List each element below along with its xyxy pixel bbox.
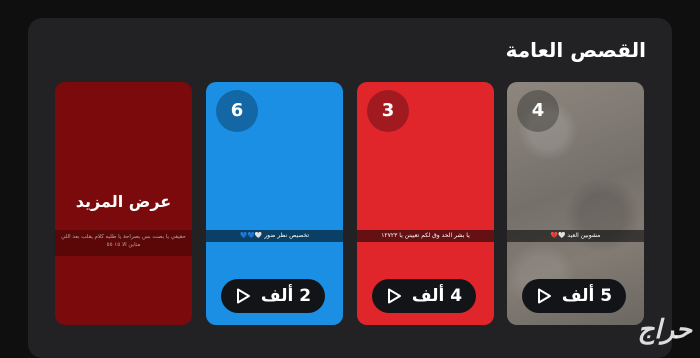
views-pill[interactable]: 5 ألف xyxy=(522,279,626,313)
story-count-badge: 6 xyxy=(216,90,258,132)
story-card[interactable]: 6 تخصيص نظر ضور 🤍💙💙 2 ألف xyxy=(206,82,343,325)
show-more-caption: حقيقي يا بصت بس بصراحة يا طلبه كلام يقلب… xyxy=(55,230,192,256)
section-title: القصص العامة xyxy=(506,38,646,62)
story-count-badge: 4 xyxy=(517,90,559,132)
views-count: 5 ألف xyxy=(562,286,612,306)
play-icon xyxy=(536,288,552,304)
play-icon xyxy=(235,288,251,304)
watermark-logo: حراج xyxy=(638,315,692,345)
views-pill[interactable]: 4 ألف xyxy=(372,279,476,313)
story-count-badge: 3 xyxy=(367,90,409,132)
show-more-label: عرض المزيد xyxy=(55,192,192,211)
play-icon xyxy=(386,288,402,304)
views-pill[interactable]: 2 ألف xyxy=(221,279,325,313)
story-card[interactable]: 3 يا بشر الحد وق لكم تعيينن يا ١٢٧٢٣ 4 أ… xyxy=(357,82,494,325)
story-card[interactable]: 4 مشوبين العيد 🤍💔 5 ألف xyxy=(507,82,644,325)
story-caption: مشوبين العيد 🤍💔 xyxy=(507,230,644,242)
story-caption: تخصيص نظر ضور 🤍💙💙 xyxy=(206,230,343,242)
views-count: 2 ألف xyxy=(261,286,311,306)
story-caption: يا بشر الحد وق لكم تعيينن يا ١٢٧٢٣ xyxy=(357,230,494,242)
show-more-card[interactable]: عرض المزيد حقيقي يا بصت بس بصراحة يا طلب… xyxy=(55,82,192,325)
views-count: 4 ألف xyxy=(412,286,462,306)
